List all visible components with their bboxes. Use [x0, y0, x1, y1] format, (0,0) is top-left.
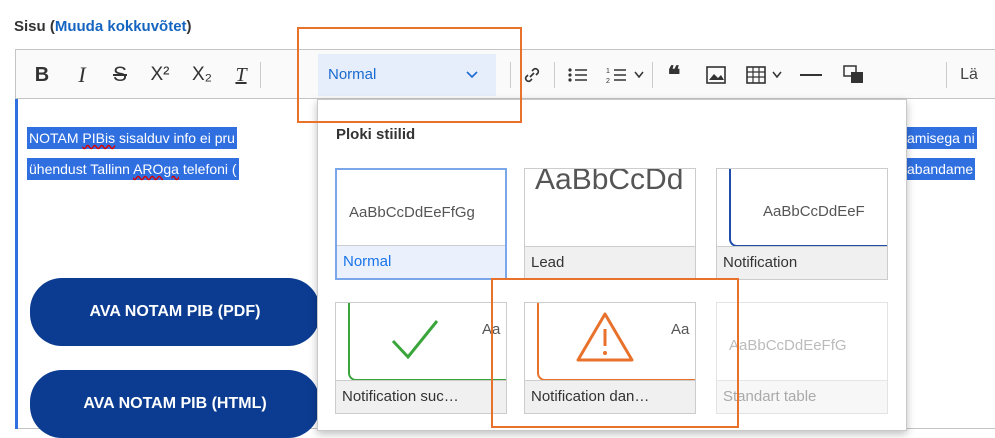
bulleted-list-icon [568, 68, 587, 82]
style-card-normal[interactable]: AaBbCcDdEeFfGg Normal [335, 168, 507, 280]
style-card-lead[interactable]: AaBbCcDd Lead [524, 168, 696, 280]
numbered-list-icon: 12 [606, 68, 626, 84]
style-card-notification-success[interactable]: Aa Notification suc… [335, 302, 507, 414]
insert-table-button[interactable] [740, 50, 788, 100]
image-icon [706, 66, 726, 84]
toolbar-separator [652, 62, 653, 88]
toolbar-separator [946, 62, 947, 88]
horizontal-line-icon [800, 74, 822, 76]
style-preview: AaBbCcDd [535, 169, 684, 196]
horizontal-line-button[interactable] [794, 50, 828, 100]
quote-icon: ❝ [667, 62, 681, 89]
style-preview: AaBbCcDdEeFfG [729, 337, 847, 354]
italic-button[interactable]: I [66, 50, 98, 100]
style-label: Standart table [717, 380, 887, 413]
style-label: Normal [337, 245, 505, 278]
style-preview: Aa [336, 303, 506, 383]
svg-text:1: 1 [606, 68, 610, 75]
chevron-down-icon [634, 71, 644, 79]
style-label: Notification [717, 246, 887, 279]
style-card-standart-table[interactable]: AaBbCcDdEeFfG Standart table [716, 302, 888, 414]
open-notam-pib-pdf-button[interactable]: AVA NOTAM PIB (PDF) [30, 278, 320, 346]
media-embed-button[interactable] [836, 50, 872, 100]
toolbar-separator [260, 62, 261, 88]
media-embed-icon [843, 65, 863, 83]
strikethrough-button[interactable]: S [104, 50, 136, 100]
link-icon [524, 67, 540, 83]
remove-format-button[interactable]: T [226, 50, 256, 100]
chevron-down-icon [772, 71, 782, 79]
insert-image-button[interactable] [698, 50, 734, 100]
svg-text:2: 2 [606, 78, 610, 84]
selected-text-line-2[interactable]: ühendust Tallinn AROga telefoni ( [27, 158, 239, 180]
subscript-button[interactable]: X₂ [184, 50, 220, 100]
style-label: Lead [525, 246, 695, 279]
field-label-text: Sisu [14, 18, 46, 35]
style-preview: AaBbCcDdEeFfGg [349, 204, 475, 221]
field-label: Sisu (Muuda kokkuvõtet) [14, 18, 192, 35]
toolbar-truncated-button[interactable]: Lä [954, 50, 984, 100]
toolbar-separator [554, 62, 555, 88]
editor-focus-border [15, 99, 18, 429]
table-icon [746, 66, 766, 84]
edit-summary-link[interactable]: Muuda kokkuvõtet [55, 18, 187, 35]
numbered-list-button[interactable]: 12 [602, 50, 648, 100]
selected-text-line-2-end[interactable]: abandame [905, 158, 976, 180]
style-card-notification[interactable]: AaBbCcDdEeF Notification [716, 168, 888, 280]
bulleted-list-button[interactable] [560, 50, 596, 100]
open-notam-pib-html-button[interactable]: AVA NOTAM PIB (HTML) [30, 370, 320, 438]
block-styles-title: Ploki stiilid [336, 126, 416, 143]
highlight-box [297, 27, 522, 123]
highlight-box [491, 278, 739, 428]
style-label: Notification suc… [336, 380, 506, 413]
style-preview: AaBbCcDdEeF [717, 169, 887, 249]
superscript-button[interactable]: X² [142, 50, 178, 100]
selected-text-line-1[interactable]: NOTAM PIBis sisalduv info ei pru [27, 127, 237, 149]
bold-button[interactable]: B [26, 50, 58, 100]
selected-text-line-1-end[interactable]: amisega ni [905, 127, 977, 149]
blockquote-button[interactable]: ❝ [656, 50, 692, 100]
checkmark-icon [391, 320, 439, 360]
